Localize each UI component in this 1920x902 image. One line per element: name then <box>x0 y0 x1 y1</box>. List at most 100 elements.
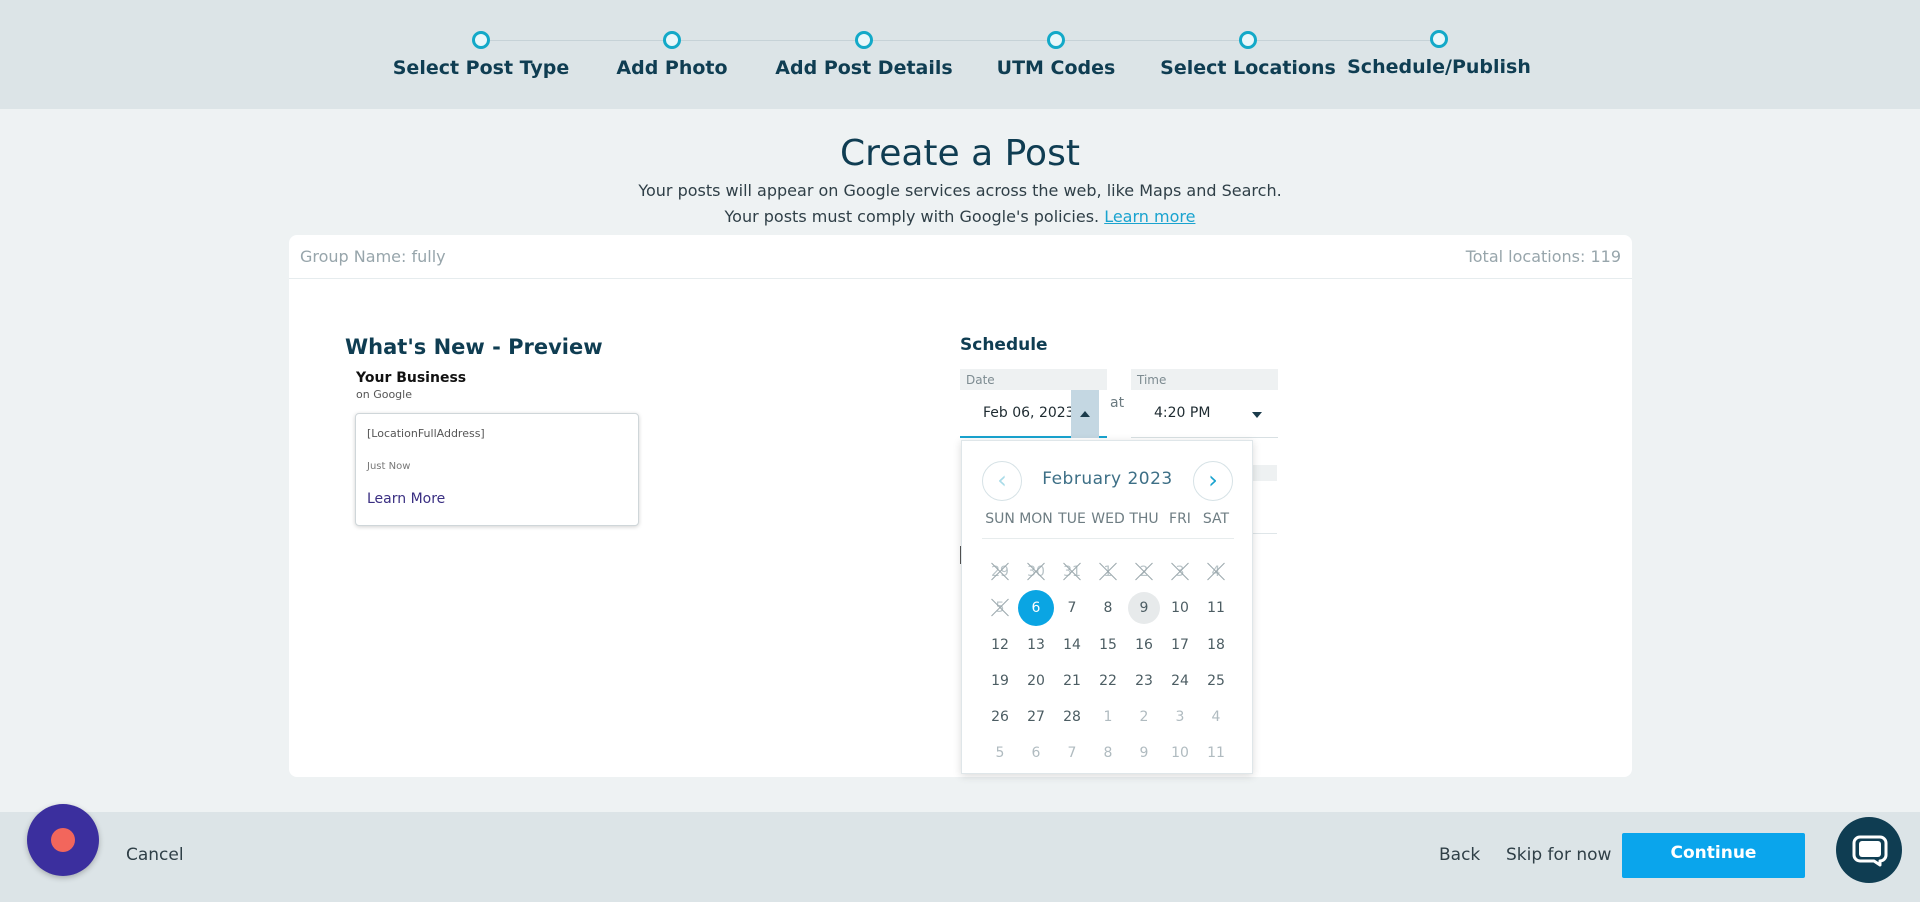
calendar-day[interactable]: 27 <box>1018 699 1054 735</box>
at-label: at <box>1110 395 1125 411</box>
skip-button[interactable]: Skip for now <box>1506 845 1611 865</box>
continue-button[interactable]: Continue <box>1622 833 1805 878</box>
policy-note: Your posts must comply with Google's pol… <box>0 207 1920 226</box>
calendar-day[interactable]: 20 <box>1018 663 1054 699</box>
step-select-locations[interactable]: Select Locations <box>1148 30 1348 79</box>
calendar-day-disabled: 1 <box>1090 554 1126 590</box>
page-subtitle: Your posts will appear on Google service… <box>638 181 1282 200</box>
chat-button[interactable] <box>1836 817 1902 883</box>
weekday-label: TUE <box>1058 511 1086 527</box>
time-select[interactable]: 4:20 PM <box>1131 390 1278 438</box>
step-label: UTM Codes <box>996 57 1116 79</box>
progress-stepper: Select Post Type Add Photo Add Post Deta… <box>0 0 1920 109</box>
calendar-day-selected[interactable]: 6 <box>1018 590 1054 627</box>
calendar-week: 26 27 28 1 2 3 4 <box>982 699 1234 735</box>
total-locations: Total locations: 119 <box>1465 247 1621 266</box>
calendar-day-disabled: 5 <box>982 590 1018 626</box>
step-dot-icon <box>855 31 873 49</box>
calendar-day-disabled: 4 <box>1198 554 1234 590</box>
post-time: Just Now <box>367 461 411 472</box>
step-utm-codes[interactable]: UTM Codes <box>956 30 1156 79</box>
calendar-day-next-month[interactable]: 10 <box>1162 735 1198 771</box>
calendar-day-next-month[interactable]: 3 <box>1162 699 1198 735</box>
calendar-week: 5 6 7 8 9 10 11 <box>982 735 1234 771</box>
calendar-day-next-month[interactable]: 8 <box>1090 735 1126 771</box>
step-label: Add Post Details <box>775 57 953 79</box>
calendar-day-today[interactable]: 9 <box>1126 590 1162 626</box>
calendar-day[interactable]: 12 <box>982 627 1018 663</box>
calendar-day-next-month[interactable]: 2 <box>1126 699 1162 735</box>
calendar-day[interactable]: 21 <box>1054 663 1090 699</box>
calendar-day[interactable]: 11 <box>1198 590 1234 626</box>
calendar-day[interactable]: 7 <box>1054 590 1090 626</box>
card-header: Group Name: fully Total locations: 119 <box>289 235 1632 279</box>
calendar-day[interactable]: 16 <box>1126 627 1162 663</box>
calendar-day-disabled: 29 <box>982 554 1018 590</box>
time-value: 4:20 PM <box>1154 405 1211 421</box>
step-dot-icon <box>1047 31 1065 49</box>
business-subtitle: on Google <box>356 388 412 401</box>
calendar-day[interactable]: 15 <box>1090 627 1126 663</box>
weekday-label: SAT <box>1202 511 1230 527</box>
date-picker-calendar: ‹ February 2023 › SUN MON TUE WED THU FR… <box>961 440 1253 774</box>
calendar-day-disabled: 30 <box>1018 554 1054 590</box>
caret-up-icon[interactable] <box>1071 390 1099 438</box>
calendar-day[interactable]: 18 <box>1198 627 1234 663</box>
calendar-week: 19 20 21 22 23 24 25 <box>982 663 1234 699</box>
step-label: Add Photo <box>616 57 728 79</box>
step-schedule-publish[interactable]: Schedule/Publish <box>1339 29 1539 78</box>
calendar-day-next-month[interactable]: 5 <box>982 735 1018 771</box>
caret-down-icon <box>1252 412 1262 418</box>
prev-month-button[interactable]: ‹ <box>982 461 1022 501</box>
calendar-day[interactable]: 19 <box>982 663 1018 699</box>
calendar-day[interactable]: 25 <box>1198 663 1234 699</box>
day-number: 6 <box>1031 600 1041 617</box>
step-select-post-type[interactable]: Select Post Type <box>381 30 581 79</box>
calendar-day-next-month[interactable]: 9 <box>1126 735 1162 771</box>
record-button[interactable] <box>27 804 99 876</box>
calendar-day-next-month[interactable]: 11 <box>1198 735 1234 771</box>
calendar-day[interactable]: 28 <box>1054 699 1090 735</box>
weekday-label: MON <box>1019 511 1053 527</box>
record-icon <box>51 828 75 852</box>
calendar-day[interactable]: 17 <box>1162 627 1198 663</box>
calendar-day[interactable]: 14 <box>1054 627 1090 663</box>
calendar-day-next-month[interactable]: 6 <box>1018 735 1054 771</box>
weekday-header: SUN MON TUE WED THU FRI SAT <box>982 511 1234 539</box>
post-preview-card: [LocationFullAddress] Just Now Learn Mor… <box>355 413 639 526</box>
date-value: Feb 06, 2023 <box>983 405 1075 421</box>
calendar-week: 29 30 31 1 2 3 4 <box>982 554 1234 590</box>
date-input[interactable]: Feb 06, 2023 <box>960 390 1107 438</box>
cancel-button[interactable]: Cancel <box>126 845 184 865</box>
step-add-post-details[interactable]: Add Post Details <box>764 30 964 79</box>
step-dot-icon <box>472 31 490 49</box>
calendar-day-next-month[interactable]: 7 <box>1054 735 1090 771</box>
business-name: Your Business <box>356 370 467 386</box>
schedule-title: Schedule <box>960 335 1048 355</box>
step-dot-icon <box>1239 31 1257 49</box>
calendar-day[interactable]: 13 <box>1018 627 1054 663</box>
calendar-day-next-month[interactable]: 4 <box>1198 699 1234 735</box>
calendar-day[interactable]: 26 <box>982 699 1018 735</box>
time-label: Time <box>1137 373 1167 387</box>
back-button[interactable]: Back <box>1439 845 1480 865</box>
weekday-label: THU <box>1129 511 1159 527</box>
step-add-photo[interactable]: Add Photo <box>572 30 772 79</box>
step-label: Schedule/Publish <box>1347 56 1531 78</box>
learn-more-link[interactable]: Learn more <box>1104 207 1195 226</box>
policy-text: Your posts must comply with Google's pol… <box>724 207 1105 226</box>
calendar-month-title: February 2023 <box>1042 469 1173 489</box>
calendar-day[interactable]: 8 <box>1090 590 1126 626</box>
step-label: Select Post Type <box>392 57 570 79</box>
next-month-button[interactable]: › <box>1193 461 1233 501</box>
calendar-day[interactable]: 22 <box>1090 663 1126 699</box>
step-dot-icon <box>1430 30 1448 48</box>
calendar-day[interactable]: 24 <box>1162 663 1198 699</box>
calendar-day-disabled: 3 <box>1162 554 1198 590</box>
weekday-label: WED <box>1091 511 1125 527</box>
post-address: [LocationFullAddress] <box>367 427 485 440</box>
calendar-day[interactable]: 23 <box>1126 663 1162 699</box>
calendar-day[interactable]: 10 <box>1162 590 1198 626</box>
calendar-day-next-month[interactable]: 1 <box>1090 699 1126 735</box>
calendar-week: 5 6 7 8 9 10 11 <box>982 590 1234 627</box>
